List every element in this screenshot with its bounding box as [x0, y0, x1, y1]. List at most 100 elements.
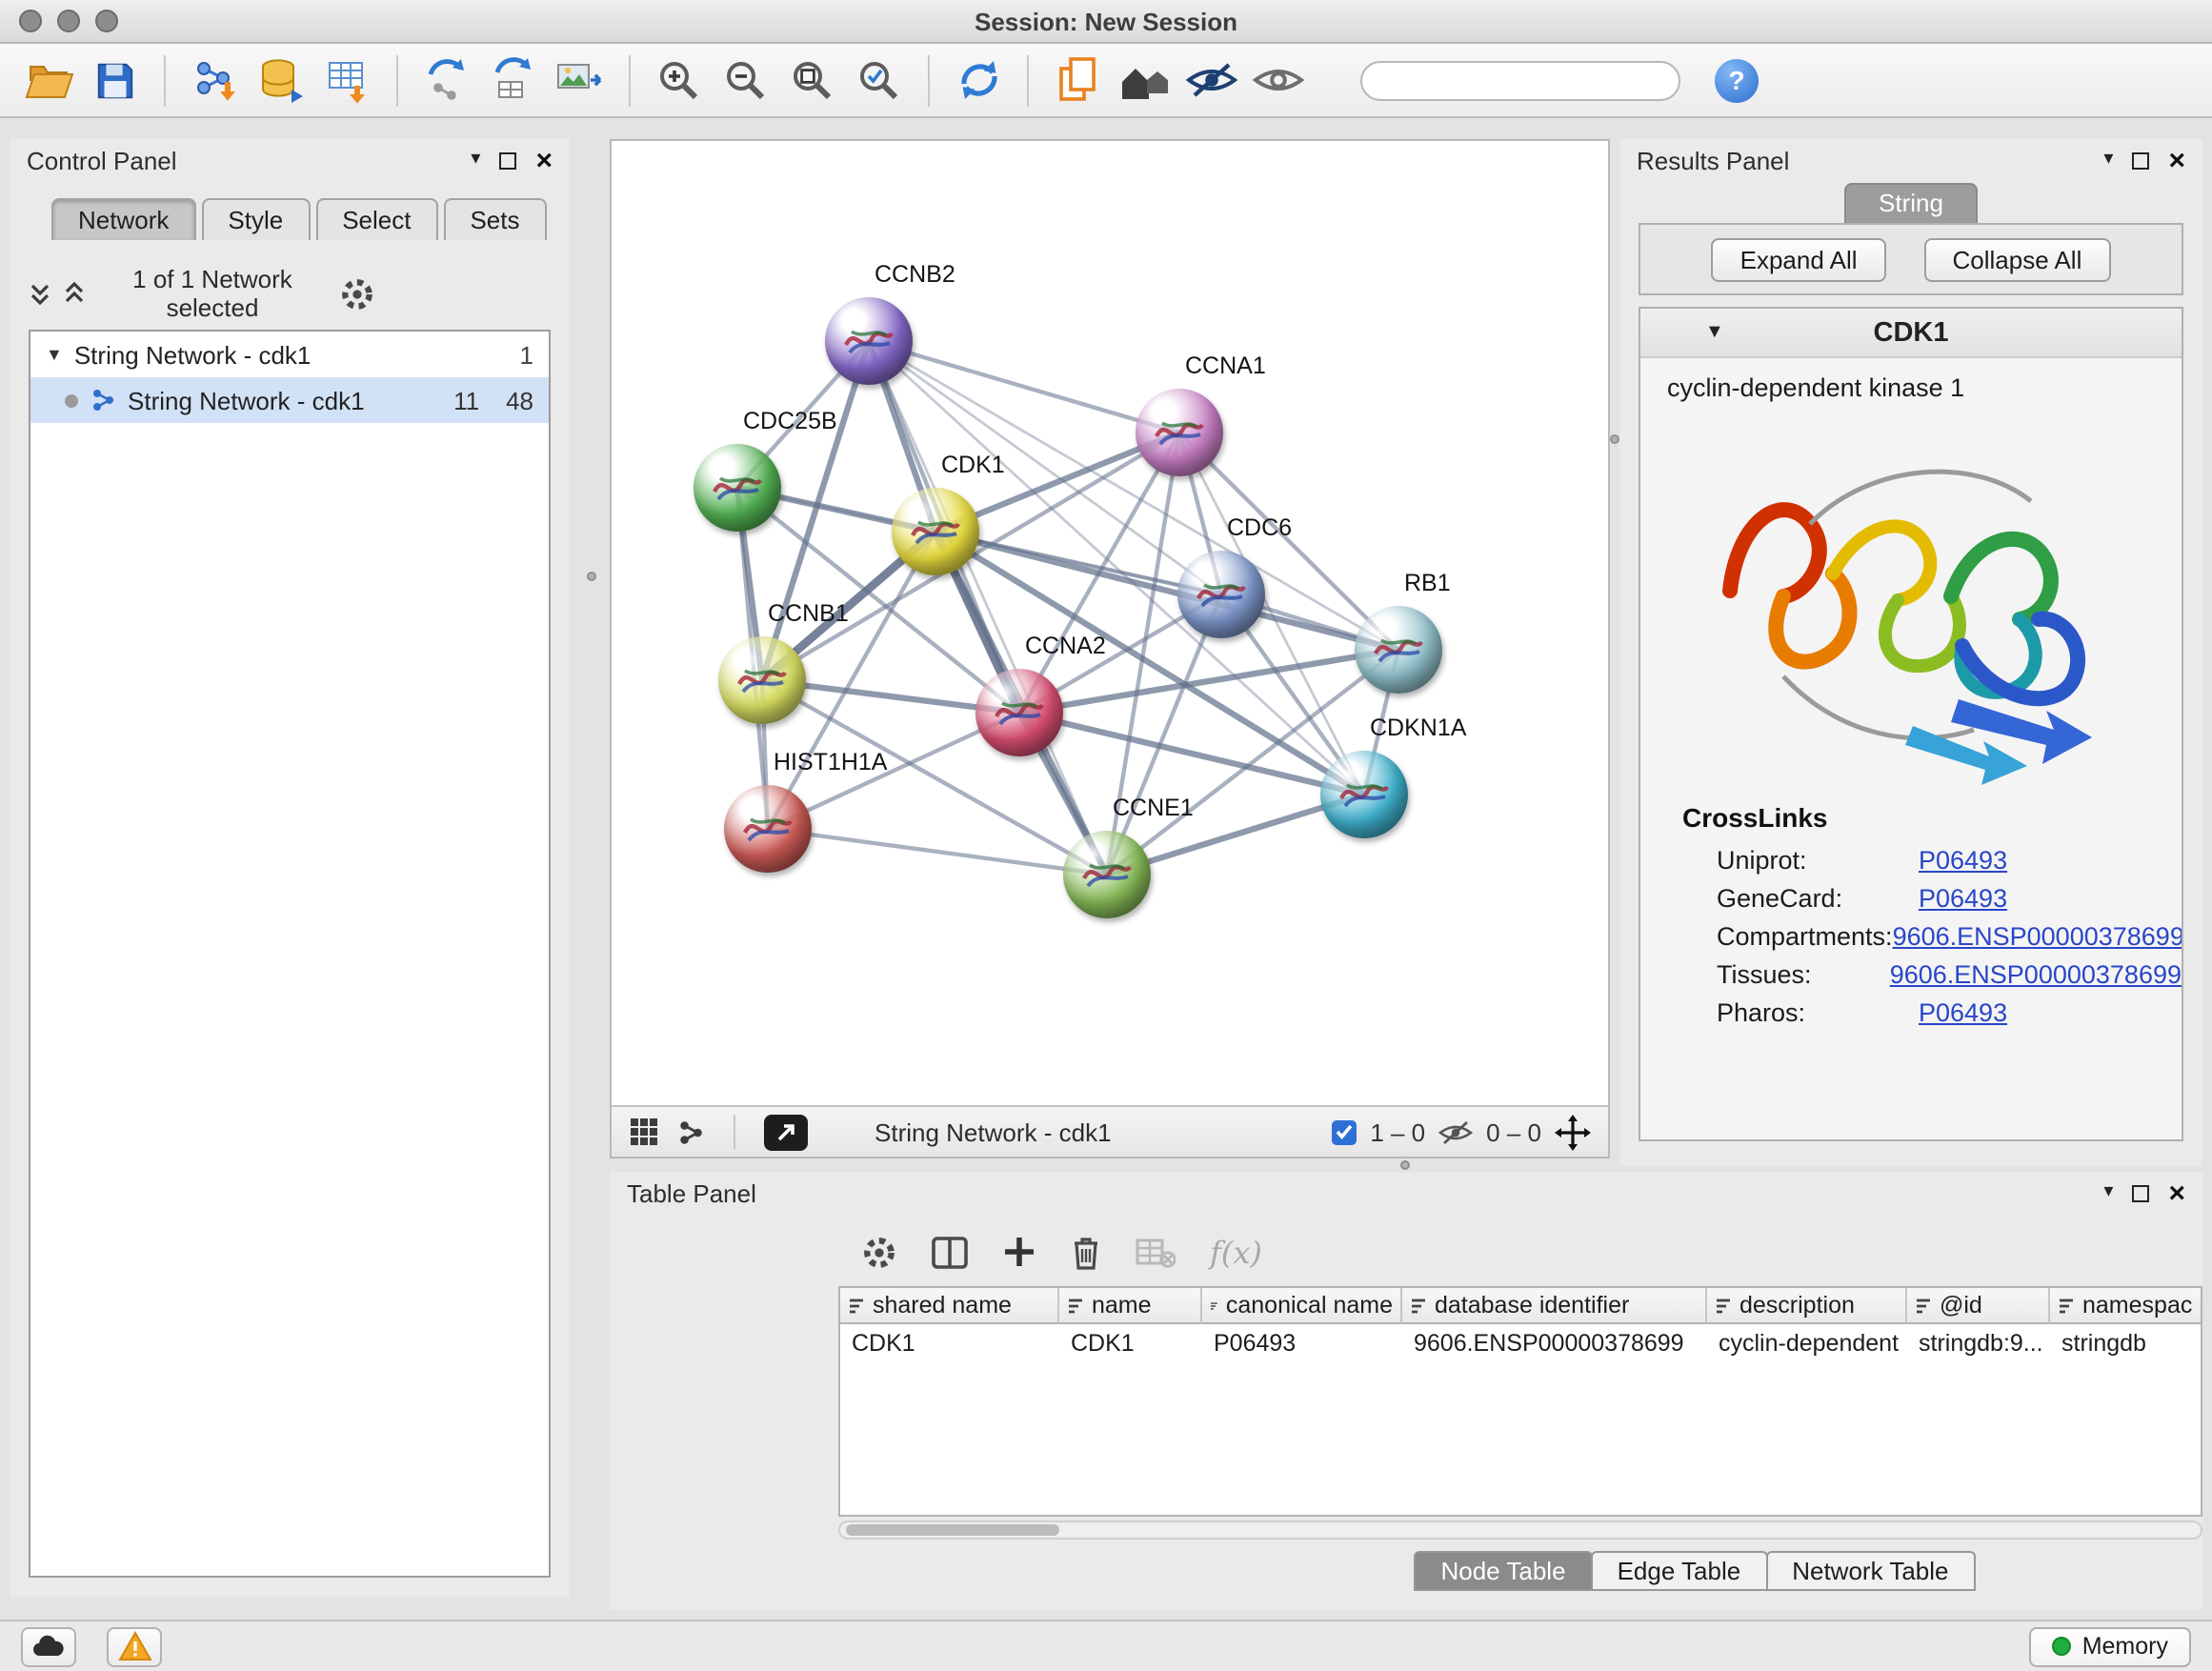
network-edge[interactable] [768, 829, 1107, 875]
tab-string[interactable]: String [1844, 183, 1978, 223]
float-panel-icon[interactable] [2132, 1184, 2149, 1201]
table-horizontal-scrollbar[interactable] [838, 1520, 2202, 1540]
splitter-handle[interactable] [1400, 1160, 1410, 1170]
column-header-namespac[interactable]: namespac [2050, 1288, 2202, 1324]
search-input[interactable] [1387, 67, 1682, 93]
clone-network-button[interactable] [417, 50, 476, 110]
network-node-CCNB1[interactable] [718, 636, 806, 724]
network-node-CDC25B[interactable] [694, 444, 781, 532]
network-grid-icon[interactable] [629, 1117, 659, 1147]
warnings-button[interactable] [107, 1626, 162, 1666]
toolbar-search-box[interactable] [1360, 60, 1680, 100]
show-all-eye-icon[interactable] [1248, 50, 1307, 110]
tab-style[interactable]: Style [201, 198, 310, 240]
network-edge[interactable] [869, 341, 1107, 875]
gear-icon[interactable] [339, 275, 375, 312]
crosslink-link[interactable]: 9606.ENSP00000378699 [1890, 959, 2182, 988]
panel-menu-icon[interactable]: ▾ [2103, 151, 2113, 170]
hide-selected-eye-icon[interactable] [1181, 50, 1240, 110]
network-edge[interactable] [935, 532, 1398, 650]
apply-style-refresh-button[interactable] [949, 50, 1008, 110]
expand-all-button[interactable]: Expand All [1712, 237, 1886, 281]
zoom-fit-button[interactable] [783, 50, 842, 110]
network-node-CDC6[interactable] [1177, 551, 1265, 638]
section-collapse-icon[interactable]: ▼ [1705, 322, 1724, 343]
network-list: ▼ String Network - cdk1 1 String Network… [29, 330, 551, 1578]
home-networks-button[interactable] [1115, 50, 1174, 110]
tab-network-table[interactable]: Network Table [1765, 1551, 1975, 1591]
import-network-button[interactable] [185, 50, 244, 110]
network-node-CDK1[interactable] [892, 488, 979, 575]
cloud-status-button[interactable] [21, 1626, 76, 1666]
panel-menu-icon[interactable]: ▾ [471, 151, 480, 170]
pan-move-icon[interactable] [1555, 1114, 1591, 1150]
tree-expander-icon[interactable]: ▼ [46, 345, 63, 364]
crosslink-link[interactable]: P06493 [1919, 883, 2007, 912]
panel-menu-icon[interactable]: ▾ [2103, 1183, 2113, 1202]
tab-edge-table[interactable]: Edge Table [1591, 1551, 1768, 1591]
network-node-CCNA1[interactable] [1136, 389, 1223, 476]
close-panel-icon[interactable]: × [2168, 1178, 2185, 1207]
column-header-description[interactable]: description [1707, 1288, 1907, 1324]
hidden-eye-slash-icon[interactable] [1438, 1119, 1473, 1144]
column-header-name[interactable]: name [1059, 1288, 1202, 1324]
zoom-in-button[interactable] [650, 50, 709, 110]
network-node-RB1[interactable] [1355, 606, 1442, 694]
close-panel-icon[interactable]: × [2168, 146, 2185, 174]
zoom-out-button[interactable] [716, 50, 775, 110]
float-panel-icon[interactable] [2132, 151, 2149, 169]
network-node-HIST1H1A[interactable] [724, 785, 812, 873]
tab-select[interactable]: Select [315, 198, 437, 240]
close-window-button[interactable] [19, 10, 42, 32]
open-session-button[interactable] [19, 50, 78, 110]
table-cell: CDK1 [840, 1324, 1059, 1360]
minimize-window-button[interactable] [57, 10, 80, 32]
select-columns-icon[interactable] [932, 1236, 968, 1268]
selected-checkbox-icon[interactable] [1332, 1119, 1357, 1144]
delete-trash-icon[interactable] [1071, 1234, 1101, 1270]
protein-section-header[interactable]: ▼ CDK1 [1640, 309, 2182, 358]
network-row-selected[interactable]: String Network - cdk1 11 48 [30, 377, 549, 423]
share-icon[interactable] [676, 1117, 705, 1146]
tab-node-table[interactable]: Node Table [1414, 1551, 1592, 1591]
splitter-handle[interactable] [587, 572, 596, 581]
column-header-canonical-name[interactable]: canonical name [1202, 1288, 1402, 1324]
column-header-database-identifier[interactable]: database identifier [1402, 1288, 1707, 1324]
network-node-CCNA2[interactable] [975, 669, 1063, 756]
table-row[interactable]: CDK1CDK1P064939606.ENSP00000378699cyclin… [840, 1324, 2201, 1360]
clone-table-button[interactable] [484, 50, 543, 110]
network-node-CCNE1[interactable] [1063, 831, 1151, 918]
crosslink-link[interactable]: P06493 [1919, 845, 2007, 874]
network-edge[interactable] [869, 341, 1179, 433]
save-session-button[interactable] [86, 50, 145, 110]
import-table-button[interactable] [318, 50, 377, 110]
open-in-new-window-button[interactable] [764, 1114, 808, 1150]
float-panel-icon[interactable] [499, 151, 516, 169]
column-header--id[interactable]: @id [1907, 1288, 2050, 1324]
splitter-handle[interactable] [1610, 434, 1619, 444]
import-database-button[interactable] [251, 50, 311, 110]
tab-sets[interactable]: Sets [443, 198, 546, 240]
gear-icon[interactable] [861, 1234, 897, 1270]
collapse-all-button[interactable]: Collapse All [1924, 237, 2111, 281]
cloud-icon [32, 1635, 65, 1658]
help-button[interactable]: ? [1715, 58, 1759, 102]
scrollbar-thumb[interactable] [846, 1524, 1059, 1536]
network-node-CCNB2[interactable] [825, 297, 913, 385]
column-header-shared-name[interactable]: shared name [840, 1288, 1059, 1324]
export-image-button[interactable] [551, 50, 610, 110]
collapse-all-icon[interactable] [29, 282, 51, 305]
zoom-selected-button[interactable] [850, 50, 909, 110]
close-panel-icon[interactable]: × [535, 146, 553, 174]
crosslink-link[interactable]: 9606.ENSP00000378699 [1893, 921, 2183, 950]
network-node-CDKN1A[interactable] [1320, 751, 1408, 838]
annotation-copy-button[interactable] [1048, 50, 1107, 110]
network-collection-row[interactable]: ▼ String Network - cdk1 1 [30, 332, 549, 377]
network-canvas[interactable]: CCNB2CCNA1CDC25BCDK1CDC6RB1CCNB1CCNA2CDK… [612, 141, 1608, 1105]
memory-button[interactable]: Memory [2029, 1626, 2191, 1666]
maximize-window-button[interactable] [95, 10, 118, 32]
expand-all-icon[interactable] [63, 282, 86, 305]
add-row-icon[interactable] [1002, 1235, 1036, 1269]
tab-network[interactable]: Network [51, 198, 195, 240]
crosslink-link[interactable]: P06493 [1919, 997, 2007, 1026]
